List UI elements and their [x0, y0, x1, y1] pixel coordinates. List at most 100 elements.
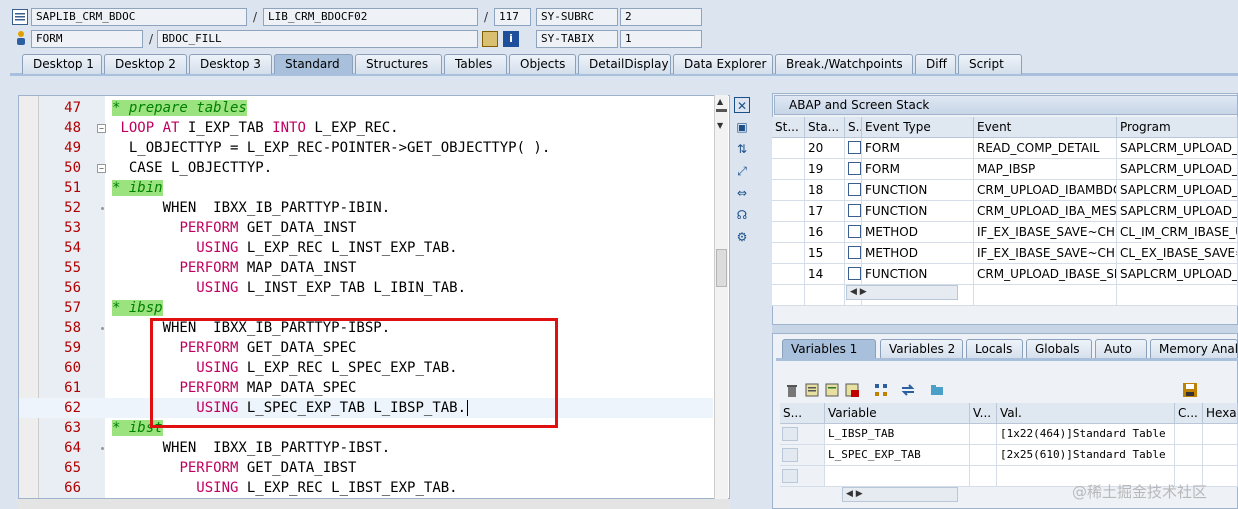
load-variant-icon[interactable]	[824, 382, 840, 398]
line-number-field[interactable]: 117	[494, 8, 531, 26]
tab-desktop-1[interactable]: Desktop 1	[22, 54, 102, 74]
structure-icon[interactable]	[482, 31, 498, 47]
clear-icon[interactable]	[844, 382, 860, 398]
stack-cell[interactable]: FUNCTION	[848, 180, 974, 201]
event-name-field[interactable]: BDOC_FILL	[157, 30, 478, 48]
stack-cell[interactable]: METHOD	[848, 243, 974, 264]
settings-icon[interactable]: ⚙	[734, 229, 750, 245]
variable-cell[interactable]: L_IBSP_TAB	[825, 424, 970, 445]
variable-cell[interactable]	[825, 466, 970, 487]
swap-tool-icon[interactable]: ⇅	[734, 141, 750, 157]
stack-cell[interactable]	[805, 285, 845, 306]
code-line[interactable]: 50 − CASE L_OBJECTTYP.	[19, 158, 713, 178]
source-editor[interactable]: 47 * prepare tables 48 − LOOP AT I_EXP_TAB …	[18, 95, 730, 499]
variable-cell[interactable]	[1203, 466, 1238, 487]
code-line[interactable]: 47 * prepare tables	[19, 98, 713, 118]
stack-cell[interactable]: METHOD	[848, 222, 974, 243]
sysfield-value[interactable]: 2	[620, 8, 702, 26]
stack-cell[interactable]: CRM_UPLOAD_IBASE_SI...	[974, 264, 1117, 285]
stack-cell[interactable]: 16	[805, 222, 845, 243]
tab-globals[interactable]: Globals	[1026, 339, 1092, 359]
stack-column-header[interactable]: Event	[974, 117, 1117, 138]
code-line[interactable]: 49 L_OBJECTTYP = L_EXP_REC-POINTER->GET_…	[19, 138, 713, 158]
stack-cell[interactable]	[772, 264, 805, 285]
stack-cell[interactable]	[772, 201, 805, 222]
stack-cell[interactable]: SAPLCRM_UPLOAD_IB	[1117, 201, 1238, 222]
variable-cell[interactable]	[1203, 445, 1238, 466]
stack-cell[interactable]: SAPLCRM_UPLOAD_IB	[1117, 159, 1238, 180]
stack-cell[interactable]: CL_EX_IBASE_SAVE=	[1117, 243, 1238, 264]
save-variant-icon[interactable]	[804, 382, 820, 398]
variables-column-header[interactable]: Hexad	[1203, 403, 1238, 424]
stack-cell[interactable]	[772, 285, 805, 306]
info-icon[interactable]: i	[503, 31, 519, 47]
variables-column-header[interactable]: V...	[970, 403, 997, 424]
tab-data-explorer[interactable]: Data Explorer	[673, 54, 773, 74]
stack-column-header[interactable]: Program	[1117, 117, 1238, 138]
stack-cell[interactable]	[772, 159, 805, 180]
tab-memory-analys[interactable]: Memory Analys	[1150, 339, 1238, 359]
stack-cell[interactable]	[772, 222, 805, 243]
tab-desktop-3[interactable]: Desktop 3	[189, 54, 272, 74]
code-line[interactable]: 66 USING L_EXP_REC L_IBST_EXP_TAB.	[19, 478, 713, 498]
stack-cell[interactable]: FORM	[848, 159, 974, 180]
stack-column-header[interactable]: Sta...	[805, 117, 845, 138]
stack-cell[interactable]	[974, 285, 1117, 306]
tab-desktop-2[interactable]: Desktop 2	[104, 54, 187, 74]
variable-cell[interactable]	[970, 445, 997, 466]
stack-cell[interactable]: MAP_IBSP	[974, 159, 1117, 180]
variable-cell[interactable]: [1x22(464)]Standard Table	[997, 424, 1175, 445]
services-icon[interactable]: ☊	[734, 207, 750, 223]
tab-auto[interactable]: Auto	[1095, 339, 1147, 359]
tab-script[interactable]: Script	[958, 54, 1022, 74]
code-line[interactable]: 51 * ibin	[19, 178, 713, 198]
stack-cell[interactable]: 17	[805, 201, 845, 222]
variable-cell[interactable]	[1203, 424, 1238, 445]
tab-objects[interactable]: Objects	[509, 54, 576, 74]
stack-cell[interactable]: 18	[805, 180, 845, 201]
stack-cell[interactable]	[1117, 285, 1238, 306]
variable-cell[interactable]	[1175, 445, 1203, 466]
tab-break-watchpoints[interactable]: Break./Watchpoints	[775, 54, 913, 74]
tab-tables[interactable]: Tables	[444, 54, 507, 74]
event-type-field[interactable]: FORM	[31, 30, 143, 48]
code-line[interactable]: 56 USING L_INST_EXP_TAB L_IBIN_TAB.	[19, 278, 713, 298]
fold-toggle-icon[interactable]: −	[97, 164, 106, 173]
tab-detaildisplay[interactable]: DetailDisplay	[578, 54, 671, 74]
variable-cell[interactable]	[970, 466, 997, 487]
maximize-icon[interactable]: ⤢	[734, 163, 750, 179]
stack-cell[interactable]: SAPLCRM_UPLOAD_IB	[1117, 264, 1238, 285]
code-line[interactable]: 52 WHEN IBXX_IB_PARTTYP-IBIN.	[19, 198, 713, 218]
stack-column-header[interactable]: S..	[845, 117, 862, 138]
stack-cell[interactable]: 14	[805, 264, 845, 285]
code-line[interactable]: 57 * ibsp	[19, 298, 713, 318]
stack-column-header[interactable]: Event Type	[862, 117, 974, 138]
variable-cell[interactable]: [2x25(610)]Standard Table	[997, 445, 1175, 466]
row-selector[interactable]	[782, 448, 798, 462]
stack-cell[interactable]: FUNCTION	[848, 264, 974, 285]
variable-cell[interactable]	[780, 445, 825, 466]
stack-cell[interactable]: IF_EX_IBASE_SAVE~CH...	[974, 222, 1117, 243]
pane-divider[interactable]	[772, 325, 1238, 333]
variable-cell[interactable]	[780, 466, 825, 487]
stack-cell[interactable]	[772, 138, 805, 159]
stack-cell[interactable]: FUNCTION	[848, 201, 974, 222]
stack-cell[interactable]: CRM_UPLOAD_IBA_MES...	[974, 201, 1117, 222]
variables-column-header[interactable]: S...	[780, 403, 825, 424]
variable-cell[interactable]	[970, 424, 997, 445]
variable-cell[interactable]	[780, 424, 825, 445]
hierarchy-icon[interactable]	[873, 382, 889, 398]
variables-column-header[interactable]: Variable	[825, 403, 970, 424]
variables-column-header[interactable]: C...	[1175, 403, 1203, 424]
editor-horizontal-scrollbar[interactable]	[18, 499, 730, 509]
fold-toggle-icon[interactable]: −	[97, 124, 106, 133]
include-field[interactable]: LIB_CRM_BDOCF02	[263, 8, 478, 26]
code-line[interactable]: 54 USING L_EXP_REC L_INST_EXP_TAB.	[19, 238, 713, 258]
code-line[interactable]: 65 PERFORM GET_DATA_IBST	[19, 458, 713, 478]
folder-icon[interactable]	[929, 382, 945, 398]
stack-cell[interactable]: 20	[805, 138, 845, 159]
stack-cell[interactable]: CL_IM_CRM_IBASE_U	[1117, 222, 1238, 243]
variable-cell[interactable]: L_SPEC_EXP_TAB	[825, 445, 970, 466]
stack-cell[interactable]: FORM	[848, 138, 974, 159]
stack-cell[interactable]: READ_COMP_DETAIL	[974, 138, 1117, 159]
